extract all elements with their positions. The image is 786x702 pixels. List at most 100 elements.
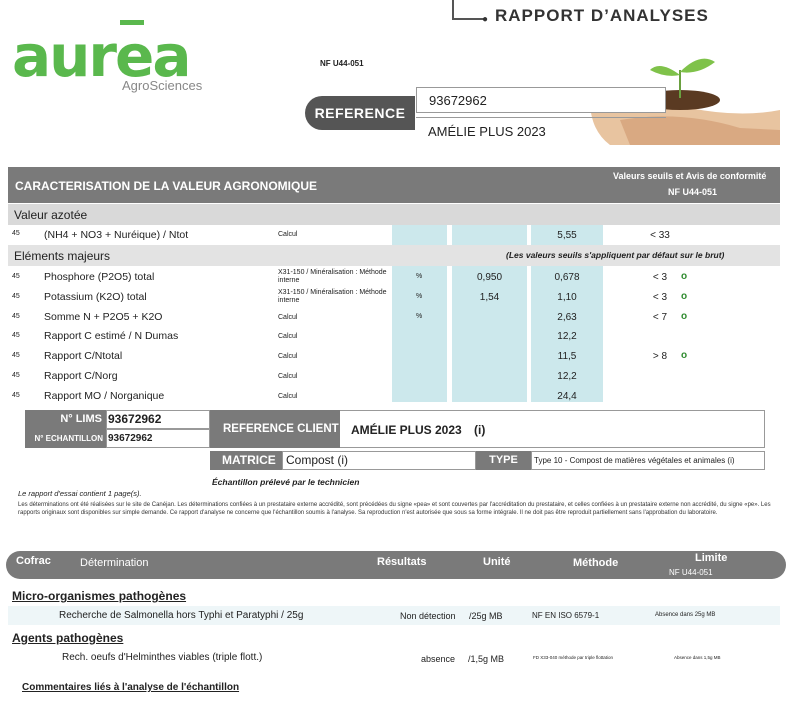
results-table-header: Cofrac Détermination Résultats Unité Mét… [6,551,786,579]
row-value: 5,55 [557,230,577,241]
row1-method: NF EN ISO 6579-1 [532,611,600,620]
norm-label: NF U44-051 [320,59,364,68]
row-method: Calcul [278,231,298,238]
table-row: Rech. oeufs d'Helminthes viables (triple… [8,649,780,668]
row1-result: Non détection [400,611,456,621]
row-label: Rapport C/Norg [44,370,118,382]
row-value: 12,2 [557,371,577,382]
bullet-icon: ● [482,14,489,25]
type-label: TYPE [476,451,531,470]
row-limit: > 8 [652,351,668,362]
row-code: 45 [12,230,20,237]
conform-icon: o [681,311,688,322]
row-unit: % [416,313,423,320]
row2-method: FD X33-040 méthode par triple flottation [533,655,614,660]
row-code: 45 [12,273,20,280]
col-unite: Unité [483,556,511,568]
report-title: RAPPORT D’ANALYSES [495,6,709,25]
pages-note: Le rapport d'essai contient 1 page(s). [18,489,142,498]
section-major: Eléments majeurs (Les valeurs seuils s'a… [8,245,780,266]
row-label: Rapport C estimé / N Dumas [44,330,179,342]
prelevement-note: Échantillon prélevé par le technicien [212,477,360,487]
row-code: 45 [12,372,20,379]
ref-client-box: AMÉLIE PLUS 2023 (i) [340,410,765,448]
row-method: Calcul [278,373,298,380]
row-unit: % [416,273,423,280]
row-label: Somme N + P2O5 + K2O [44,311,163,323]
row-method: Calcul [278,314,298,321]
major-note: (Les valeurs seuils s'appliquent par déf… [506,250,725,260]
conform-icon: o [681,350,688,361]
conform-icon: o [681,271,688,282]
row-unit: % [416,293,423,300]
sample-info-box: N° LIMS 93672962 N° ECHANTILLON 93672962… [25,410,765,470]
ref-client-info-icon: (i) [474,423,486,437]
reference-label: REFERENCE [305,96,415,130]
col-resultats: Résultats [377,556,427,568]
row-value: 24,4 [557,391,577,402]
row-label: Rapport MO / Norganique [44,390,165,402]
echantillon-label: N° ECHANTILLON [25,429,106,448]
characterisation-header: CARACTERISATION DE LA VALEUR AGRONOMIQUE… [8,167,780,203]
row-value: 2,63 [557,312,577,323]
row-value: 11,5 [557,351,577,362]
row2-result: absence [421,654,456,664]
row-method: Calcul [278,353,298,360]
row2-limit: Absence dans 1,5g MB [674,655,721,660]
table-row: Recherche de Salmonella hors Typhi et Pa… [8,606,780,625]
ref-client-value: AMÉLIE PLUS 2023 [351,423,462,437]
row-code: 45 [12,313,20,320]
row1-limit: Absence dans 25g MB [655,612,716,618]
row2-unit: /1,5g MB [468,654,505,664]
section-major-label: Eléments majeurs [14,249,111,263]
col-limite-norm: NF U44-051 [669,568,713,577]
row1-label: Recherche de Salmonella hors Typhi et Pa… [59,610,304,621]
row-code: 45 [12,352,20,359]
comments-title: Commentaires liés à l'analyse de l'échan… [22,682,240,693]
type-value: Type 10 - Compost de matières végétales … [531,451,765,470]
row-label: Potassium (K2O) total [44,291,147,303]
row-limit: < 33 [650,230,670,241]
reference-number: 93672962 [416,87,666,113]
conform-icon: o [681,291,688,302]
matrice-label: MATRICE [210,451,282,470]
echantillon-value: 93672962 [106,429,210,448]
row-raw: 0,950 [476,272,503,283]
reference-product: AMÉLIE PLUS 2023 [416,117,666,139]
row-value: 12,2 [557,331,577,342]
logo-subtitle: AgroSciences [122,78,203,93]
row-value: 1,10 [557,292,577,303]
row-label: (NH4 + NO3 + Nuréique) / Ntot [44,229,189,241]
row-method: Calcul [278,333,298,340]
thresholds-norm: NF U44-051 [668,187,718,197]
row-limit: < 3 [652,272,668,283]
col-methode: Méthode [573,557,619,569]
row-code: 45 [12,293,20,300]
characterisation-title: CARACTERISATION DE LA VALEUR AGRONOMIQUE [15,179,317,193]
legal-note: Les déterminations ont été réalisées sur… [18,502,771,516]
title-line-decoration [452,0,484,20]
row-label: Phosphore (P2O5) total [44,271,155,283]
col-limite: Limite [695,552,728,564]
row-method: X31-150 / Minéralisation : Méthode inter… [278,289,387,304]
row-method: X31-150 / Minéralisation : Méthode inter… [278,269,387,284]
row-limit: < 7 [652,312,668,323]
thresholds-title: Valeurs seuils et Avis de conformité [613,171,767,181]
col-determination: Détermination [80,557,149,569]
ref-client-label: REFERENCE CLIENT [210,410,340,448]
row-label: Rapport C/Ntotal [44,350,123,362]
row-raw: 1,54 [479,292,500,303]
section-nitrogen: Valeur azotée [8,204,780,225]
lims-value: 93672962 [106,410,210,429]
row1-unit: /25g MB [469,611,503,621]
row-code: 45 [12,392,20,399]
col-cofrac: Cofrac [16,555,51,567]
row-value: 0,678 [554,272,580,283]
lims-label: N° LIMS [25,410,106,429]
matrice-value: Compost (i) [282,451,476,470]
row-method: Calcul [278,393,298,400]
row-code: 45 [12,332,20,339]
section-micro: Micro-organismes pathogènes [12,589,187,603]
section-agents: Agents pathogènes [12,631,124,645]
section-nitrogen-label: Valeur azotée [14,208,88,222]
